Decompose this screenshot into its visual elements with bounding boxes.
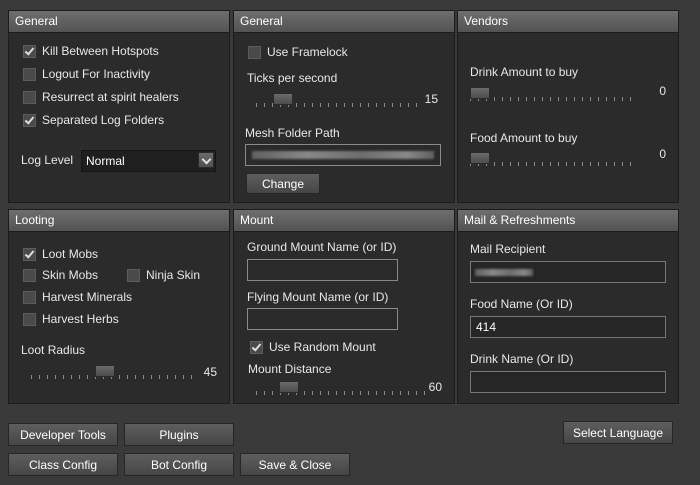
- redacted-path: [252, 151, 434, 159]
- loot-radius-value: 45: [203, 365, 217, 379]
- ticks-per-second-value: 15: [424, 92, 438, 106]
- checkbox-box[interactable]: [250, 340, 263, 354]
- checkbox-label: Skin Mobs: [42, 268, 99, 282]
- class-config-button[interactable]: Class Config: [8, 453, 118, 476]
- mail-recipient-label: Mail Recipient: [470, 242, 546, 256]
- mount-panel: Mount Ground Mount Name (or ID) Flying M…: [233, 209, 455, 404]
- checkbox-label: Loot Mobs: [42, 247, 99, 261]
- checkbox-label: Use Framelock: [267, 45, 348, 59]
- slider-thumb[interactable]: [470, 87, 490, 99]
- mount-distance-slider[interactable]: [256, 381, 426, 397]
- drink-name-label: Drink Name (Or ID): [470, 352, 574, 366]
- checkbox-box[interactable]: [23, 268, 36, 282]
- slider-thumb[interactable]: [279, 381, 299, 393]
- checkbox-label: Logout For Inactivity: [42, 67, 151, 81]
- mail-refreshments-header: Mail & Refreshments: [458, 210, 678, 232]
- looting-header: Looting: [9, 210, 229, 232]
- food-amount-label: Food Amount to buy: [470, 131, 578, 145]
- log-level-value: Normal: [86, 154, 125, 168]
- separated-log-folders-checkbox[interactable]: Separated Log Folders: [23, 113, 164, 127]
- use-random-mount-checkbox[interactable]: Use Random Mount: [250, 340, 376, 354]
- drink-name-input[interactable]: [470, 371, 666, 393]
- ninja-skin-checkbox[interactable]: Ninja Skin: [127, 268, 200, 282]
- checkbox-box[interactable]: [23, 90, 36, 104]
- checkbox-label: Harvest Herbs: [42, 312, 119, 326]
- change-button[interactable]: Change: [246, 173, 320, 194]
- food-name-label: Food Name (Or ID): [470, 297, 573, 311]
- checkbox-label: Kill Between Hotspots: [42, 44, 159, 58]
- loot-radius-label: Loot Radius: [21, 343, 86, 357]
- harvest-herbs-checkbox[interactable]: Harvest Herbs: [23, 312, 119, 326]
- general-panel-header: General: [9, 11, 229, 33]
- mount-header: Mount: [234, 210, 454, 232]
- plugins-button[interactable]: Plugins: [124, 423, 234, 446]
- flying-mount-input[interactable]: [247, 308, 398, 330]
- logout-for-inactivity-checkbox[interactable]: Logout For Inactivity: [23, 67, 150, 81]
- ground-mount-input[interactable]: [247, 259, 398, 281]
- slider-ticks: [470, 162, 636, 166]
- general-settings-panel: General Use Framelock Ticks per second 1…: [233, 10, 455, 203]
- food-amount-slider[interactable]: [470, 152, 636, 168]
- vendors-panel: Vendors Drink Amount to buy 0 Food Amoun…: [457, 10, 679, 203]
- general-panel: General Kill Between Hotspots Logout For…: [8, 10, 230, 203]
- ticks-per-second-slider[interactable]: [256, 93, 418, 109]
- food-amount-value: 0: [659, 147, 666, 161]
- log-level-label: Log Level: [21, 153, 74, 167]
- checkbox-box[interactable]: [127, 268, 140, 282]
- mesh-folder-path-input[interactable]: [245, 144, 441, 166]
- mesh-folder-path-label: Mesh Folder Path: [245, 126, 340, 140]
- save-close-button[interactable]: Save & Close: [240, 453, 350, 476]
- slider-thumb[interactable]: [95, 365, 115, 377]
- harvest-minerals-checkbox[interactable]: Harvest Minerals: [23, 290, 132, 304]
- redacted-recipient: [475, 269, 533, 276]
- checkbox-label: Use Random Mount: [269, 340, 376, 354]
- checkbox-box[interactable]: [23, 67, 36, 81]
- checkbox-label: Separated Log Folders: [42, 113, 165, 127]
- drink-amount-slider[interactable]: [470, 87, 636, 103]
- vendors-header: Vendors: [458, 11, 678, 33]
- use-framelock-checkbox[interactable]: Use Framelock: [248, 45, 348, 59]
- food-name-input[interactable]: 414: [470, 316, 666, 338]
- drink-amount-label: Drink Amount to buy: [470, 65, 579, 79]
- loot-mobs-checkbox[interactable]: Loot Mobs: [23, 247, 98, 261]
- ticks-per-second-label: Ticks per second: [247, 71, 338, 85]
- checkbox-box[interactable]: [23, 44, 36, 58]
- developer-tools-button[interactable]: Developer Tools: [8, 423, 118, 446]
- select-language-button[interactable]: Select Language: [563, 421, 673, 444]
- mount-distance-label: Mount Distance: [248, 362, 332, 376]
- ground-mount-label: Ground Mount Name (or ID): [247, 240, 397, 254]
- bot-config-button[interactable]: Bot Config: [124, 453, 234, 476]
- slider-ticks: [470, 97, 636, 101]
- checkbox-box[interactable]: [23, 312, 36, 326]
- mount-distance-value: 60: [428, 380, 442, 394]
- mail-refreshments-panel: Mail & Refreshments Mail Recipient Food …: [457, 209, 679, 404]
- kill-between-hotspots-checkbox[interactable]: Kill Between Hotspots: [23, 44, 159, 58]
- drink-amount-value: 0: [659, 84, 666, 98]
- resurrect-spirit-healers-checkbox[interactable]: Resurrect at spirit healers: [23, 90, 179, 104]
- checkbox-box[interactable]: [23, 247, 36, 261]
- general-settings-header: General: [234, 11, 454, 33]
- mail-recipient-input[interactable]: [470, 261, 666, 283]
- loot-radius-slider[interactable]: [31, 365, 193, 381]
- checkbox-box[interactable]: [23, 290, 36, 304]
- slider-thumb[interactable]: [273, 93, 293, 105]
- looting-panel: Looting Loot Mobs Skin Mobs Ninja Skin H…: [8, 209, 230, 404]
- checkbox-box[interactable]: [248, 45, 261, 59]
- checkbox-box[interactable]: [23, 113, 36, 127]
- log-level-select[interactable]: Normal: [81, 150, 216, 172]
- flying-mount-label: Flying Mount Name (or ID): [247, 290, 389, 304]
- chevron-down-icon[interactable]: [198, 152, 214, 168]
- slider-thumb[interactable]: [470, 152, 490, 164]
- checkbox-label: Ninja Skin: [146, 268, 201, 282]
- skin-mobs-checkbox[interactable]: Skin Mobs: [23, 268, 98, 282]
- checkbox-label: Harvest Minerals: [42, 290, 133, 304]
- checkbox-label: Resurrect at spirit healers: [42, 90, 179, 104]
